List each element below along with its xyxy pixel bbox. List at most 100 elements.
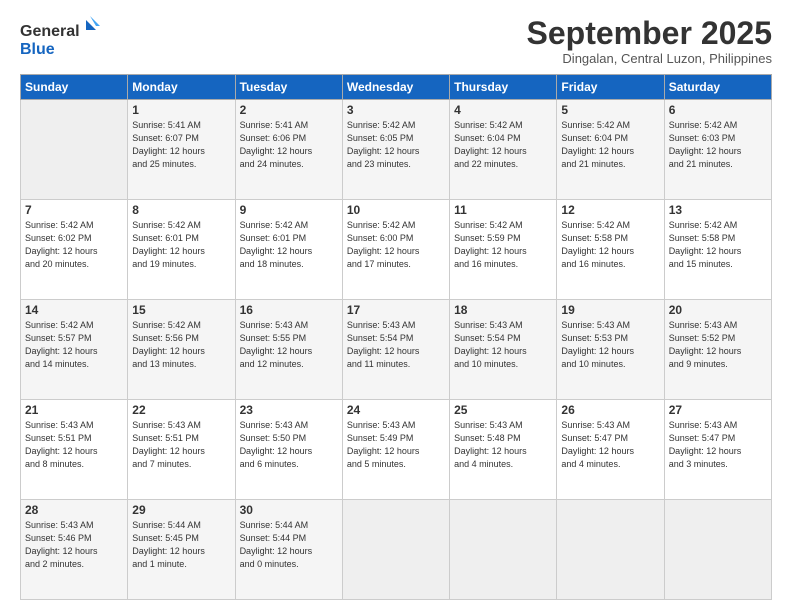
- day-info: Sunrise: 5:42 AMSunset: 5:58 PMDaylight:…: [561, 219, 659, 271]
- title-block: September 2025 Dingalan, Central Luzon, …: [527, 16, 772, 66]
- month-title: September 2025: [527, 16, 772, 51]
- calendar-cell: [450, 500, 557, 600]
- weekday-header-row: SundayMondayTuesdayWednesdayThursdayFrid…: [21, 75, 772, 100]
- day-info: Sunrise: 5:43 AMSunset: 5:46 PMDaylight:…: [25, 519, 123, 571]
- calendar-cell: 4Sunrise: 5:42 AMSunset: 6:04 PMDaylight…: [450, 100, 557, 200]
- day-info: Sunrise: 5:42 AMSunset: 6:03 PMDaylight:…: [669, 119, 767, 171]
- calendar-cell: 12 Sunrise: 5:42 AMSunset: 5:58 PMDayligh…: [557, 200, 664, 300]
- calendar-cell: 30 Sunrise: 5:44 AMSunset: 5:44 PMDayligh…: [235, 500, 342, 600]
- svg-text:General: General: [20, 23, 80, 40]
- day-number: 12: [561, 203, 659, 217]
- day-number: 3: [347, 103, 445, 117]
- calendar-cell: 17Sunrise: 5:43 AMSunset: 5:54 PMDayligh…: [342, 300, 449, 400]
- calendar-cell: 21 Sunrise: 5:43 AMSunset: 5:51 PMDayligh…: [21, 400, 128, 500]
- calendar-cell: [664, 500, 771, 600]
- day-number: 15: [132, 303, 230, 317]
- calendar-cell: 18 Sunrise: 5:43 AMSunset: 5:54 PMDayligh…: [450, 300, 557, 400]
- calendar-cell: 2 Sunrise: 5:41 AMSunset: 6:06 PMDaylight…: [235, 100, 342, 200]
- day-info: Sunrise: 5:43 AMSunset: 5:47 PMDaylight:…: [669, 419, 767, 471]
- calendar-cell: 28 Sunrise: 5:43 AMSunset: 5:46 PMDayligh…: [21, 500, 128, 600]
- calendar-cell: 5 Sunrise: 5:42 AMSunset: 6:04 PMDaylight…: [557, 100, 664, 200]
- weekday-header: Tuesday: [235, 75, 342, 100]
- day-info: Sunrise: 5:42 AMSunset: 5:56 PMDaylight:…: [132, 319, 230, 371]
- day-number: 5: [561, 103, 659, 117]
- day-info: Sunrise: 5:42 AMSunset: 6:00 PMDaylight:…: [347, 219, 445, 271]
- day-number: 22: [132, 403, 230, 417]
- calendar-cell: 10 Sunrise: 5:42 AMSunset: 6:00 PMDayligh…: [342, 200, 449, 300]
- calendar-cell: 8Sunrise: 5:42 AMSunset: 6:01 PMDaylight…: [128, 200, 235, 300]
- day-number: 8: [132, 203, 230, 217]
- weekday-header: Friday: [557, 75, 664, 100]
- day-info: Sunrise: 5:43 AMSunset: 5:47 PMDaylight:…: [561, 419, 659, 471]
- day-number: 2: [240, 103, 338, 117]
- day-number: 20: [669, 303, 767, 317]
- calendar-cell: 25Sunrise: 5:43 AMSunset: 5:48 PMDayligh…: [450, 400, 557, 500]
- day-info: Sunrise: 5:42 AMSunset: 5:57 PMDaylight:…: [25, 319, 123, 371]
- day-number: 21: [25, 403, 123, 417]
- calendar-cell: [342, 500, 449, 600]
- day-info: Sunrise: 5:43 AMSunset: 5:51 PMDaylight:…: [132, 419, 230, 471]
- calendar-cell: [557, 500, 664, 600]
- calendar-cell: 6 Sunrise: 5:42 AMSunset: 6:03 PMDaylight…: [664, 100, 771, 200]
- day-number: 9: [240, 203, 338, 217]
- day-info: Sunrise: 5:43 AMSunset: 5:51 PMDaylight:…: [25, 419, 123, 471]
- calendar-week-row: 7 Sunrise: 5:42 AMSunset: 6:02 PMDaylight…: [21, 200, 772, 300]
- logo-svg: General Blue: [20, 16, 100, 60]
- day-number: 11: [454, 203, 552, 217]
- day-number: 24: [347, 403, 445, 417]
- day-info: Sunrise: 5:43 AMSunset: 5:55 PMDaylight:…: [240, 319, 338, 371]
- calendar-cell: 26Sunrise: 5:43 AMSunset: 5:47 PMDayligh…: [557, 400, 664, 500]
- weekday-header: Sunday: [21, 75, 128, 100]
- page: General Blue September 2025 Dingalan, Ce…: [0, 0, 792, 612]
- day-info: Sunrise: 5:43 AMSunset: 5:49 PMDaylight:…: [347, 419, 445, 471]
- calendar-week-row: 1 Sunrise: 5:41 AMSunset: 6:07 PMDaylight…: [21, 100, 772, 200]
- weekday-header: Saturday: [664, 75, 771, 100]
- day-info: Sunrise: 5:44 AMSunset: 5:44 PMDaylight:…: [240, 519, 338, 571]
- day-info: Sunrise: 5:41 AMSunset: 6:06 PMDaylight:…: [240, 119, 338, 171]
- day-number: 30: [240, 503, 338, 517]
- calendar-cell: 9 Sunrise: 5:42 AMSunset: 6:01 PMDaylight…: [235, 200, 342, 300]
- location: Dingalan, Central Luzon, Philippines: [527, 51, 772, 66]
- weekday-header: Thursday: [450, 75, 557, 100]
- day-number: 19: [561, 303, 659, 317]
- day-info: Sunrise: 5:44 AMSunset: 5:45 PMDaylight:…: [132, 519, 230, 571]
- day-info: Sunrise: 5:42 AMSunset: 5:58 PMDaylight:…: [669, 219, 767, 271]
- calendar-week-row: 28 Sunrise: 5:43 AMSunset: 5:46 PMDayligh…: [21, 500, 772, 600]
- day-number: 1: [132, 103, 230, 117]
- calendar-cell: 3 Sunrise: 5:42 AMSunset: 6:05 PMDaylight…: [342, 100, 449, 200]
- calendar-cell: 1 Sunrise: 5:41 AMSunset: 6:07 PMDaylight…: [128, 100, 235, 200]
- calendar-cell: 14Sunrise: 5:42 AMSunset: 5:57 PMDayligh…: [21, 300, 128, 400]
- calendar-cell: 23Sunrise: 5:43 AMSunset: 5:50 PMDayligh…: [235, 400, 342, 500]
- day-info: Sunrise: 5:43 AMSunset: 5:48 PMDaylight:…: [454, 419, 552, 471]
- calendar-cell: 22 Sunrise: 5:43 AMSunset: 5:51 PMDayligh…: [128, 400, 235, 500]
- day-number: 4: [454, 103, 552, 117]
- calendar: SundayMondayTuesdayWednesdayThursdayFrid…: [20, 74, 772, 600]
- day-info: Sunrise: 5:43 AMSunset: 5:53 PMDaylight:…: [561, 319, 659, 371]
- day-info: Sunrise: 5:42 AMSunset: 5:59 PMDaylight:…: [454, 219, 552, 271]
- day-number: 13: [669, 203, 767, 217]
- logo: General Blue: [20, 16, 100, 60]
- day-number: 18: [454, 303, 552, 317]
- day-info: Sunrise: 5:41 AMSunset: 6:07 PMDaylight:…: [132, 119, 230, 171]
- calendar-cell: 15 Sunrise: 5:42 AMSunset: 5:56 PMDayligh…: [128, 300, 235, 400]
- weekday-header: Monday: [128, 75, 235, 100]
- day-info: Sunrise: 5:42 AMSunset: 6:05 PMDaylight:…: [347, 119, 445, 171]
- day-number: 7: [25, 203, 123, 217]
- day-info: Sunrise: 5:42 AMSunset: 6:01 PMDaylight:…: [240, 219, 338, 271]
- day-number: 10: [347, 203, 445, 217]
- day-number: 28: [25, 503, 123, 517]
- day-info: Sunrise: 5:43 AMSunset: 5:50 PMDaylight:…: [240, 419, 338, 471]
- day-number: 16: [240, 303, 338, 317]
- calendar-cell: 16 Sunrise: 5:43 AMSunset: 5:55 PMDayligh…: [235, 300, 342, 400]
- day-info: Sunrise: 5:42 AMSunset: 6:04 PMDaylight:…: [561, 119, 659, 171]
- calendar-cell: 19 Sunrise: 5:43 AMSunset: 5:53 PMDayligh…: [557, 300, 664, 400]
- calendar-week-row: 21 Sunrise: 5:43 AMSunset: 5:51 PMDayligh…: [21, 400, 772, 500]
- header: General Blue September 2025 Dingalan, Ce…: [20, 16, 772, 66]
- day-info: Sunrise: 5:43 AMSunset: 5:54 PMDaylight:…: [454, 319, 552, 371]
- calendar-cell: 27 Sunrise: 5:43 AMSunset: 5:47 PMDayligh…: [664, 400, 771, 500]
- calendar-cell: [21, 100, 128, 200]
- calendar-cell: 24 Sunrise: 5:43 AMSunset: 5:49 PMDayligh…: [342, 400, 449, 500]
- day-number: 27: [669, 403, 767, 417]
- day-info: Sunrise: 5:42 AMSunset: 6:02 PMDaylight:…: [25, 219, 123, 271]
- day-number: 6: [669, 103, 767, 117]
